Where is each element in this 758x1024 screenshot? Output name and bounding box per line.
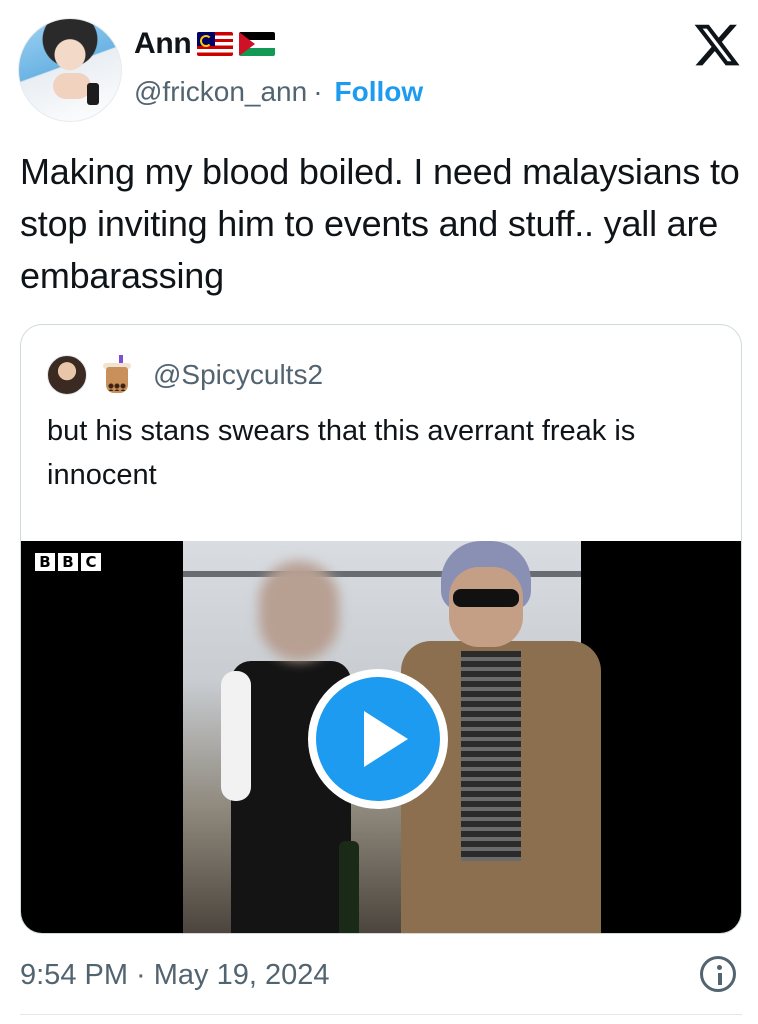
tweet-footer: 9:54 PM · May 19, 2024 (20, 950, 742, 1000)
bubble-tea-icon (97, 355, 137, 395)
author-name-row: Ann (134, 24, 276, 64)
video-player[interactable]: B B C (21, 541, 741, 933)
watermark-letter: C (81, 553, 101, 571)
video-bottle (339, 841, 359, 933)
tweet-text: Making my blood boiled. I need malaysian… (20, 151, 740, 296)
info-icon[interactable] (700, 956, 736, 992)
quoted-tweet-card[interactable]: @Spicycults2 but his stans swears that t… (20, 324, 742, 934)
palestine-flag-icon (239, 32, 276, 56)
author-handle[interactable]: @frickon_ann (134, 76, 307, 108)
tweet-timestamp[interactable]: 9:54 PM · May 19, 2024 (20, 959, 330, 992)
author-display-name[interactable]: Ann (134, 27, 192, 61)
avatar-detail (53, 73, 91, 99)
bbc-watermark: B B C (35, 553, 101, 571)
quoted-tweet-header: @Spicycults2 (47, 349, 323, 401)
watermark-letter: B (35, 553, 55, 571)
quoted-tweet-text: but his stans swears that this averrant … (47, 415, 636, 491)
x-logo-icon[interactable] (692, 20, 742, 70)
play-icon (316, 677, 440, 801)
follow-button[interactable]: Follow (335, 76, 424, 108)
separator: · (313, 76, 323, 107)
author-avatar[interactable] (18, 18, 122, 122)
play-button[interactable] (308, 669, 448, 809)
malaysia-flag-icon (197, 32, 234, 56)
tweet-header: Ann @frickon_ann · Follow (0, 0, 758, 130)
author-handle-row: @frickon_ann · Follow (134, 72, 423, 112)
divider (20, 1014, 742, 1015)
quoted-author-avatar[interactable] (47, 355, 87, 395)
watermark-letter: B (58, 553, 78, 571)
quoted-author-handle[interactable]: @Spicycults2 (153, 359, 323, 391)
avatar-detail (87, 83, 99, 105)
